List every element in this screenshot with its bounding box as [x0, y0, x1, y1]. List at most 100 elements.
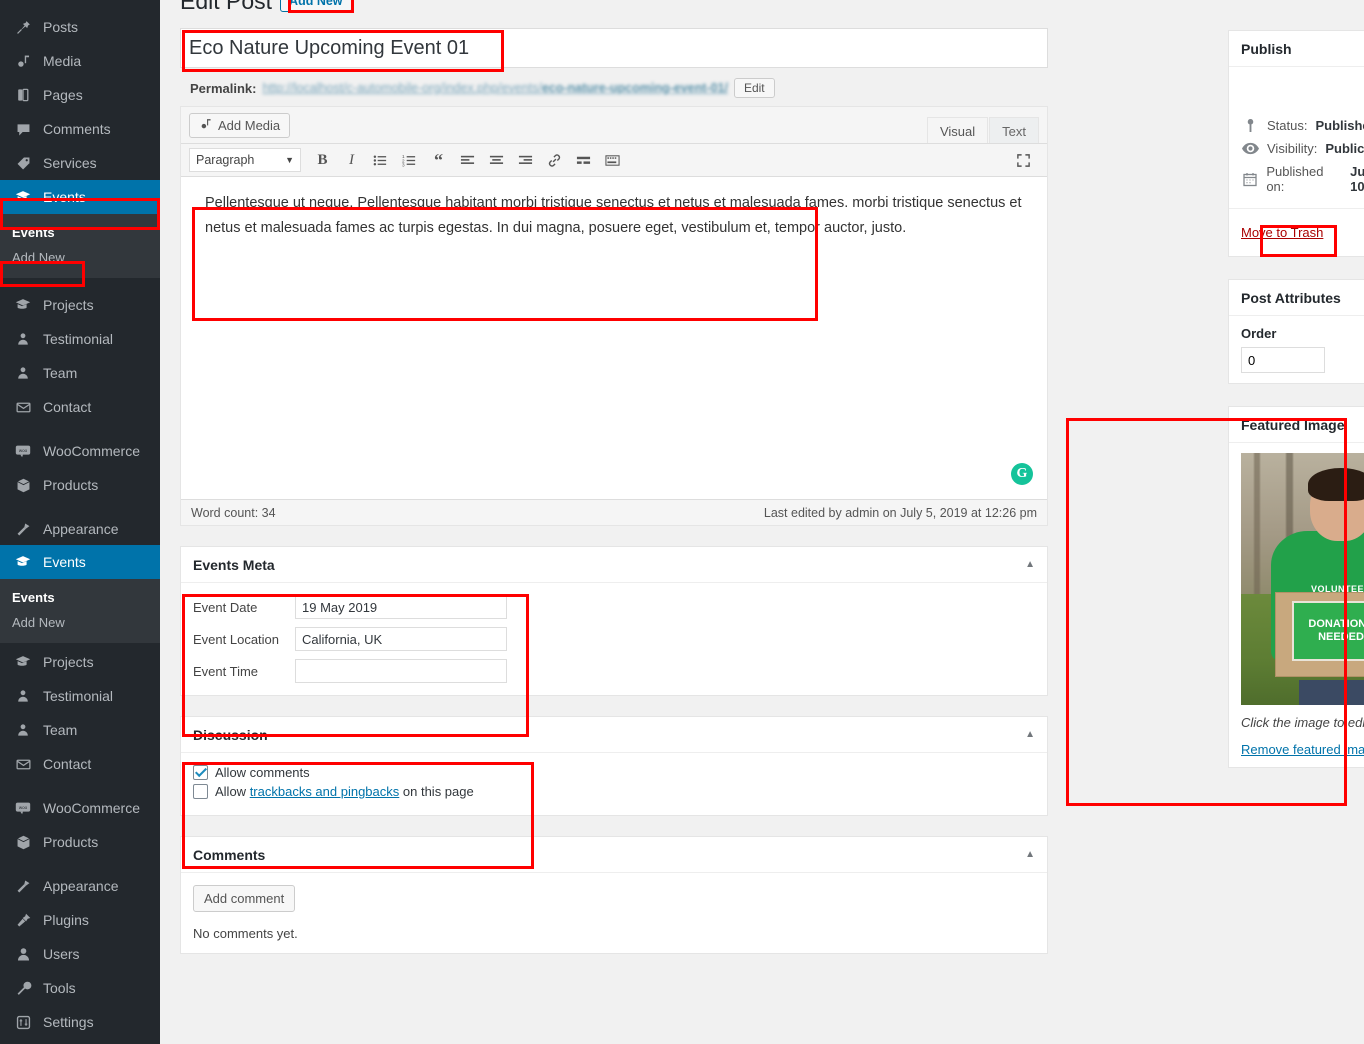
sidebar-item-label: Services — [43, 155, 97, 171]
move-to-trash-link[interactable]: Move to Trash — [1241, 225, 1323, 240]
format-select[interactable]: Paragraph ▼ — [189, 148, 301, 172]
toolbar-toggle-icon[interactable] — [599, 147, 626, 173]
sidebar-item-woocommerce-2[interactable]: woo WooCommerce — [0, 791, 160, 825]
publish-box: Publish ▲ Preview Changes Status: Publis… — [1228, 30, 1364, 257]
sidebar-item-events-overlap[interactable]: Events Events Add New — [0, 545, 160, 643]
team-icon — [12, 720, 34, 740]
add-new-button[interactable]: Add New — [280, 0, 352, 12]
status-row: Status: Published Edit — [1241, 114, 1364, 137]
calendar-icon — [1241, 172, 1258, 187]
add-comment-button[interactable]: Add comment — [193, 885, 296, 912]
sidebar-item-label: Contact — [43, 399, 92, 415]
team-icon — [12, 363, 34, 383]
event-time-input[interactable] — [295, 659, 507, 683]
woocommerce-icon: woo — [12, 441, 34, 461]
sidebar-subitem-events[interactable]: Events — [0, 220, 160, 245]
sidebar-item-products[interactable]: Products — [0, 468, 160, 502]
sidebar-item-events-duplicate[interactable]: Events — [0, 545, 160, 579]
align-center-icon[interactable] — [483, 147, 510, 173]
bulleted-list-icon[interactable] — [367, 147, 394, 173]
published-on-row: Published on: Jul 5, 2019 @ 10:46 Edit — [1241, 160, 1364, 198]
permalink-slug: eco-nature-upcoming-event-01/ — [541, 81, 728, 95]
preview-row: Preview Changes — [1241, 77, 1364, 104]
allow-comments-label: Allow comments — [215, 765, 310, 780]
italic-icon[interactable]: I — [338, 147, 365, 173]
sidebar-submenu-events: Events Add New — [0, 214, 160, 278]
read-more-icon[interactable] — [570, 147, 597, 173]
sidebar-item-label: Settings — [43, 1014, 94, 1030]
post-sidebar: Publish ▲ Preview Changes Status: Publis… — [1228, 30, 1364, 790]
sidebar-item-media[interactable]: Media — [0, 44, 160, 78]
align-right-icon[interactable] — [512, 147, 539, 173]
sidebar-item-contact[interactable]: Contact — [0, 390, 160, 424]
sidebar-item-products-2[interactable]: Products — [0, 825, 160, 859]
align-left-icon[interactable] — [454, 147, 481, 173]
trackbacks-link[interactable]: trackbacks and pingbacks — [250, 784, 400, 799]
fullscreen-icon[interactable] — [1010, 147, 1037, 173]
chevron-up-icon[interactable]: ▲ — [1025, 729, 1035, 740]
tab-visual[interactable]: Visual — [926, 117, 989, 144]
event-location-input[interactable] — [295, 627, 507, 651]
sidebar-item-label: Appearance — [43, 521, 119, 537]
tab-text[interactable]: Text — [989, 117, 1039, 144]
sidebar-item-testimonial[interactable]: Testimonial — [0, 322, 160, 356]
featured-image-caption: Click the image to edit or update — [1241, 715, 1364, 730]
sidebar-item-projects[interactable]: Projects — [0, 288, 160, 322]
numbered-list-icon[interactable]: 123 — [396, 147, 423, 173]
sidebar-item-contact-2[interactable]: Contact — [0, 747, 160, 781]
sidebar-item-appearance-2[interactable]: Appearance — [0, 869, 160, 903]
sidebar-item-events[interactable]: Events — [0, 180, 160, 214]
sidebar-submenu-events-duplicate: Events Add New — [0, 579, 160, 643]
sidebar-item-tools[interactable]: Tools — [0, 971, 160, 1005]
post-title-input[interactable] — [180, 28, 1048, 68]
sidebar-item-pages[interactable]: Pages — [0, 78, 160, 112]
visibility-row: Visibility: Public Edit — [1241, 137, 1364, 160]
sidebar-item-posts[interactable]: Posts — [0, 10, 160, 44]
allow-trackbacks-row: Allow trackbacks and pingbacks on this p… — [193, 784, 1035, 799]
order-input[interactable] — [1241, 347, 1325, 373]
allow-comments-row: Allow comments — [193, 765, 1035, 780]
contact-icon — [12, 754, 34, 774]
featured-image-title: Featured Image — [1241, 416, 1345, 433]
svg-text:woo: woo — [19, 805, 28, 810]
sidebar-item-users[interactable]: Users — [0, 937, 160, 971]
allow-trackbacks-checkbox[interactable] — [193, 784, 208, 799]
chevron-up-icon[interactable]: ▲ — [1025, 849, 1035, 860]
sidebar-subitem-add-new[interactable]: Add New — [0, 245, 160, 270]
permalink-url[interactable]: http://localhost/c-automobile-org/index.… — [262, 81, 727, 95]
sidebar-item-settings[interactable]: Settings — [0, 1005, 160, 1039]
sidebar-item-appearance[interactable]: Appearance — [0, 512, 160, 546]
allow-comments-checkbox[interactable] — [193, 765, 208, 780]
link-icon[interactable] — [541, 147, 568, 173]
remove-featured-image-link[interactable]: Remove featured image — [1241, 742, 1364, 757]
post-attributes-title: Post Attributes — [1241, 289, 1341, 306]
add-media-button[interactable]: Add Media — [189, 112, 291, 138]
blockquote-icon[interactable]: “ — [425, 147, 452, 173]
woocommerce-icon: woo — [12, 798, 34, 818]
sidebar-subitem-add-new-dup[interactable]: Add New — [0, 610, 160, 635]
sidebar-item-woocommerce[interactable]: woo WooCommerce — [0, 434, 160, 468]
sidebar-item-team[interactable]: Team — [0, 356, 160, 390]
grammarly-icon[interactable]: G — [1011, 463, 1033, 485]
sidebar-item-testimonial-2[interactable]: Testimonial — [0, 679, 160, 713]
featured-image-body: VOLUNTEER DONATIONSNEEDED Click the imag… — [1229, 443, 1364, 767]
tag-icon — [12, 153, 34, 173]
permalink-edit-button[interactable]: Edit — [733, 78, 775, 98]
sidebar-item-projects-2[interactable]: Projects — [0, 645, 160, 679]
featured-image-thumbnail[interactable]: VOLUNTEER DONATIONSNEEDED — [1241, 453, 1364, 705]
publish-footer: Move to Trash Update — [1229, 208, 1364, 256]
sidebar-item-team-2[interactable]: Team — [0, 713, 160, 747]
event-date-input[interactable] — [295, 595, 507, 619]
sidebar-item-comments[interactable]: Comments — [0, 112, 160, 146]
editor-content-area[interactable]: Pellentesque ut neque. Pellentesque habi… — [181, 177, 1047, 499]
sidebar-item-label: Testimonial — [43, 688, 114, 704]
photo-person-hair — [1308, 468, 1364, 501]
sidebar-item-services[interactable]: Services — [0, 146, 160, 180]
appearance-icon — [12, 876, 34, 896]
bold-icon[interactable]: B — [309, 147, 336, 173]
chevron-up-icon[interactable]: ▲ — [1025, 559, 1035, 570]
sidebar-subitem-events-dup[interactable]: Events — [0, 585, 160, 610]
plugins-icon — [12, 910, 34, 930]
sidebar-item-plugins[interactable]: Plugins — [0, 903, 160, 937]
projects-icon — [12, 652, 34, 672]
